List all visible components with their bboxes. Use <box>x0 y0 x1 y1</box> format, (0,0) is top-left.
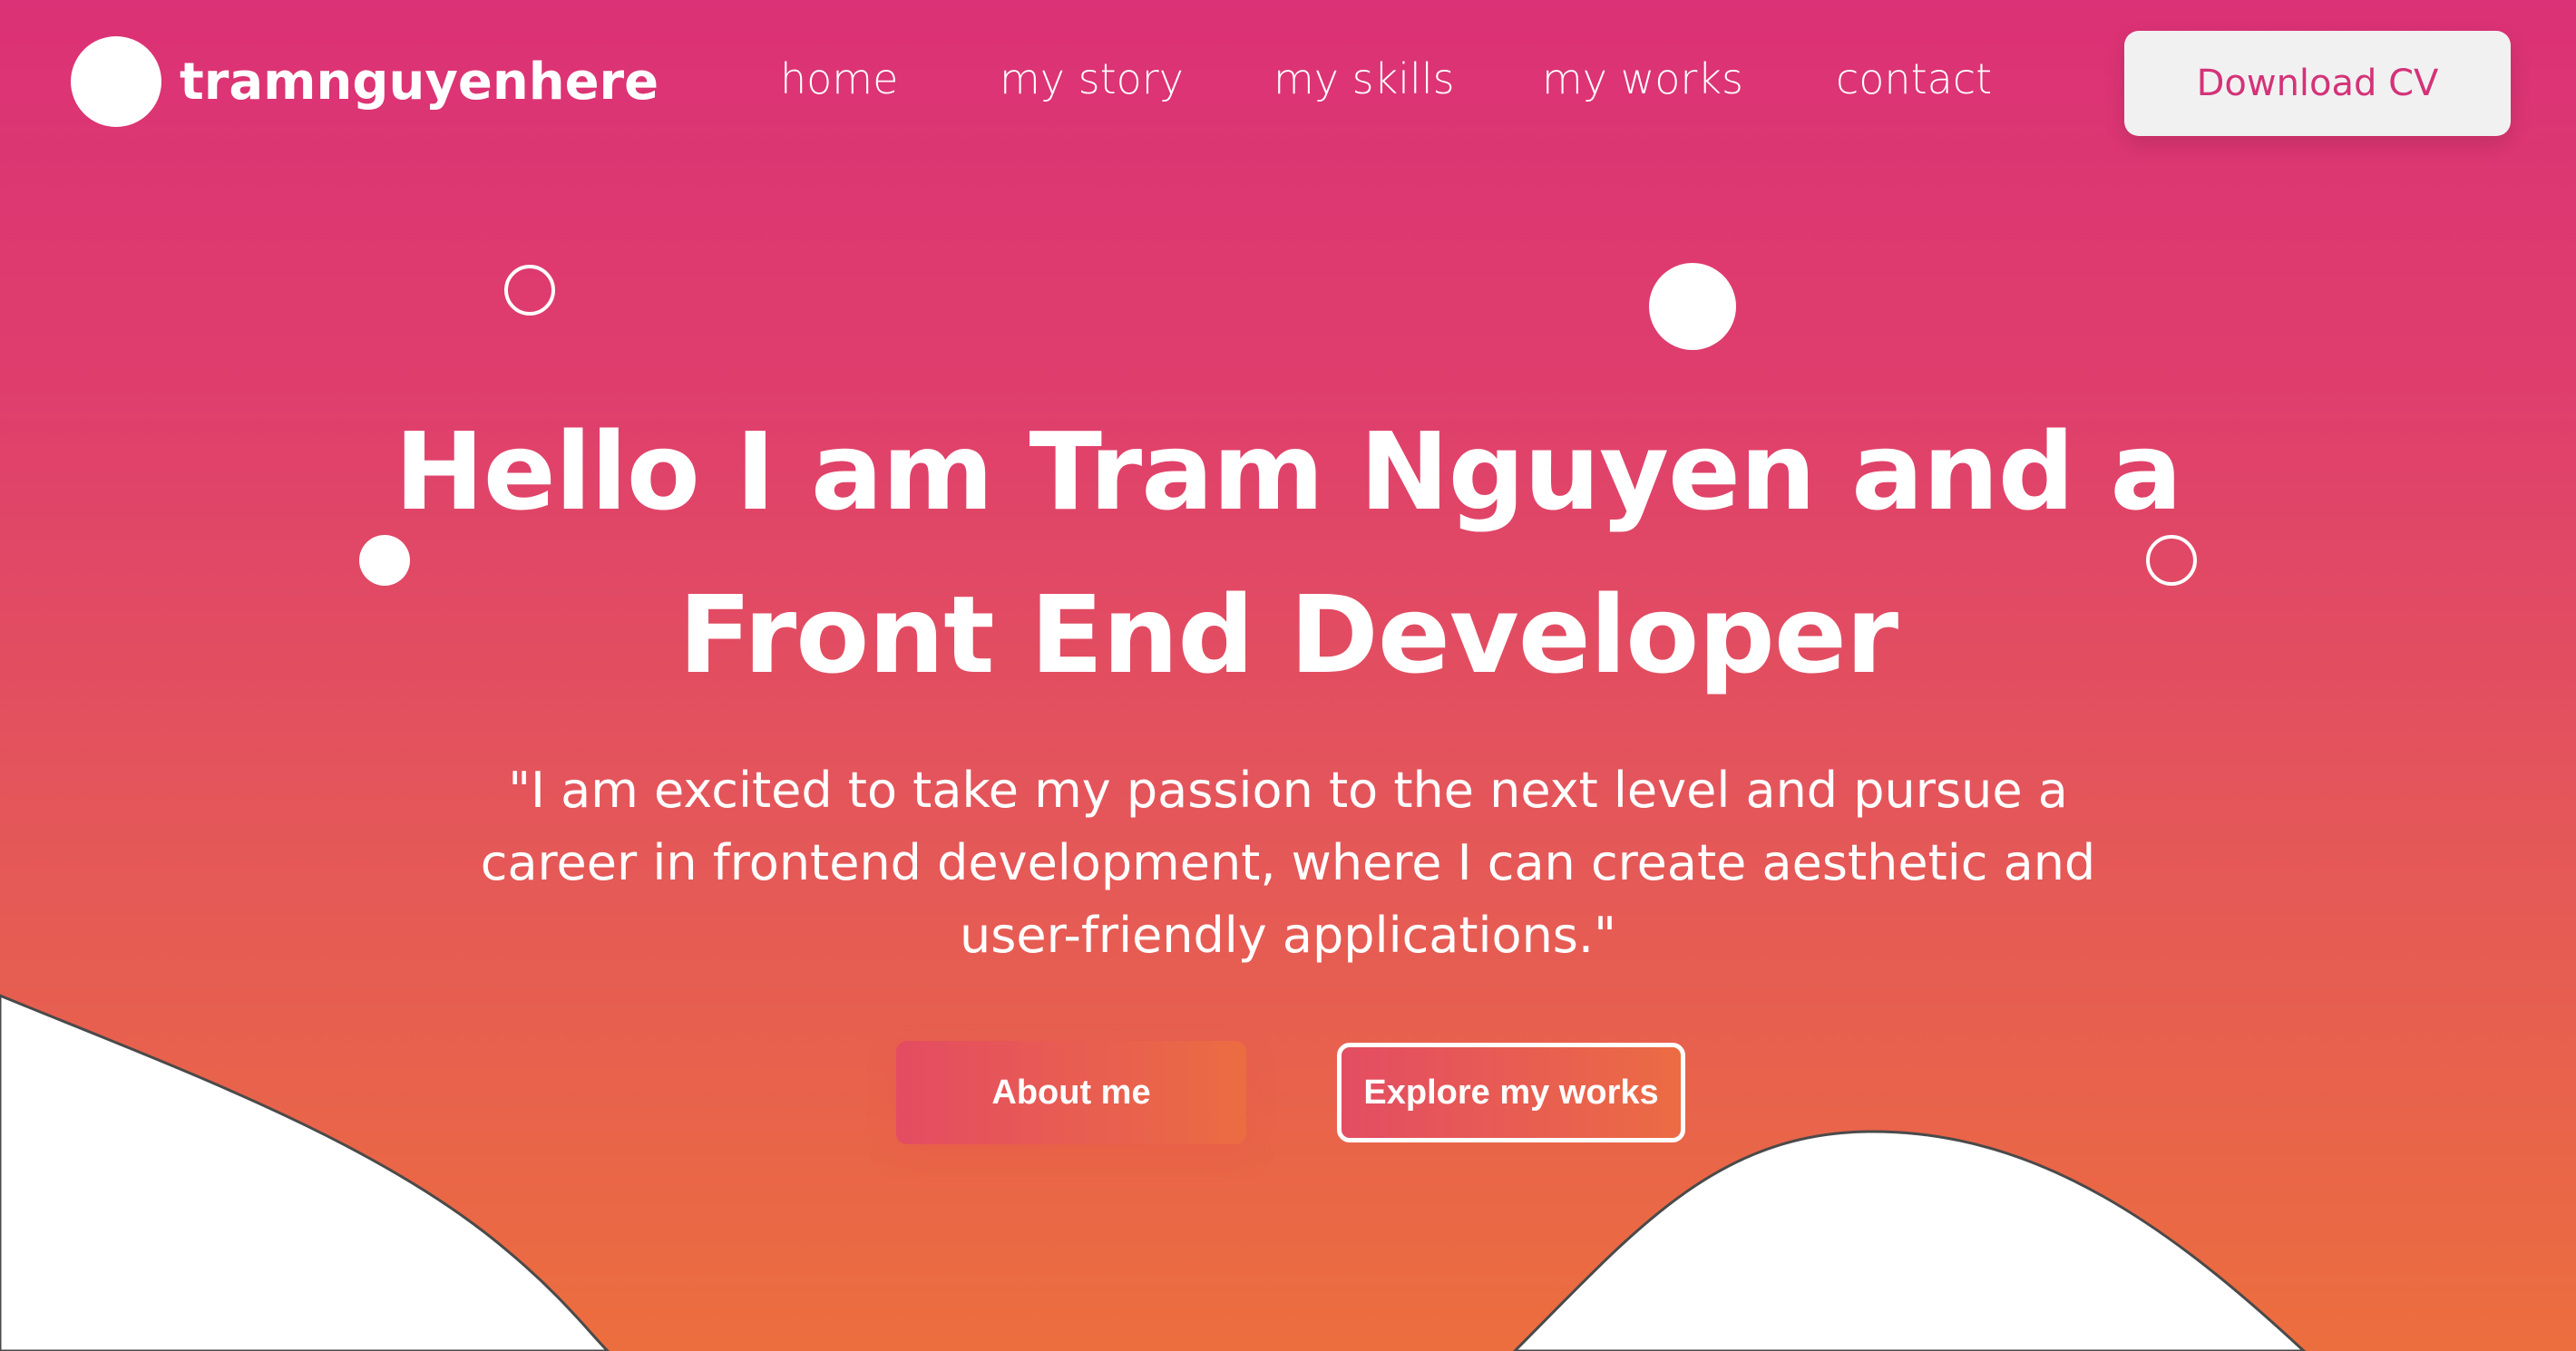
hero-title: Hello I am Tram Nguyen and a Front End D… <box>272 390 2304 716</box>
hero-quote: "I am excited to take my passion to the … <box>354 754 2222 972</box>
explore-works-button[interactable]: Explore my works <box>1337 1043 1685 1142</box>
hero-quote-line: "I am excited to take my passion to the … <box>508 762 2068 819</box>
logo-text: tramnguyenhere <box>180 52 659 112</box>
wave-left <box>0 994 610 1351</box>
nav-my-story[interactable]: my story <box>1000 54 1184 103</box>
nav-my-skills[interactable]: my skills <box>1273 54 1455 103</box>
nav-home[interactable]: home <box>780 54 898 103</box>
nav-contact[interactable]: contact <box>1836 54 1992 103</box>
decor-circle-filled-icon <box>1649 263 1736 350</box>
landing-page: tramnguyenhere home my story my skills m… <box>0 0 2576 1351</box>
nav-my-works[interactable]: my works <box>1542 54 1743 103</box>
about-me-button[interactable]: About me <box>896 1041 1246 1144</box>
hero-quote-line: user-friendly applications." <box>960 907 1616 964</box>
hero-title-line: Hello I am Tram Nguyen and a <box>395 409 2182 534</box>
site-logo[interactable]: tramnguyenhere <box>71 36 659 127</box>
hero-quote-line: career in frontend development, where I … <box>480 834 2096 891</box>
logo-circle-icon <box>71 36 161 127</box>
hero-title-line: Front End Developer <box>678 572 1898 697</box>
download-cv-button[interactable]: Download CV <box>2124 31 2511 136</box>
wave-right <box>1512 1130 2307 1351</box>
decor-circle-outline-icon <box>504 265 555 316</box>
